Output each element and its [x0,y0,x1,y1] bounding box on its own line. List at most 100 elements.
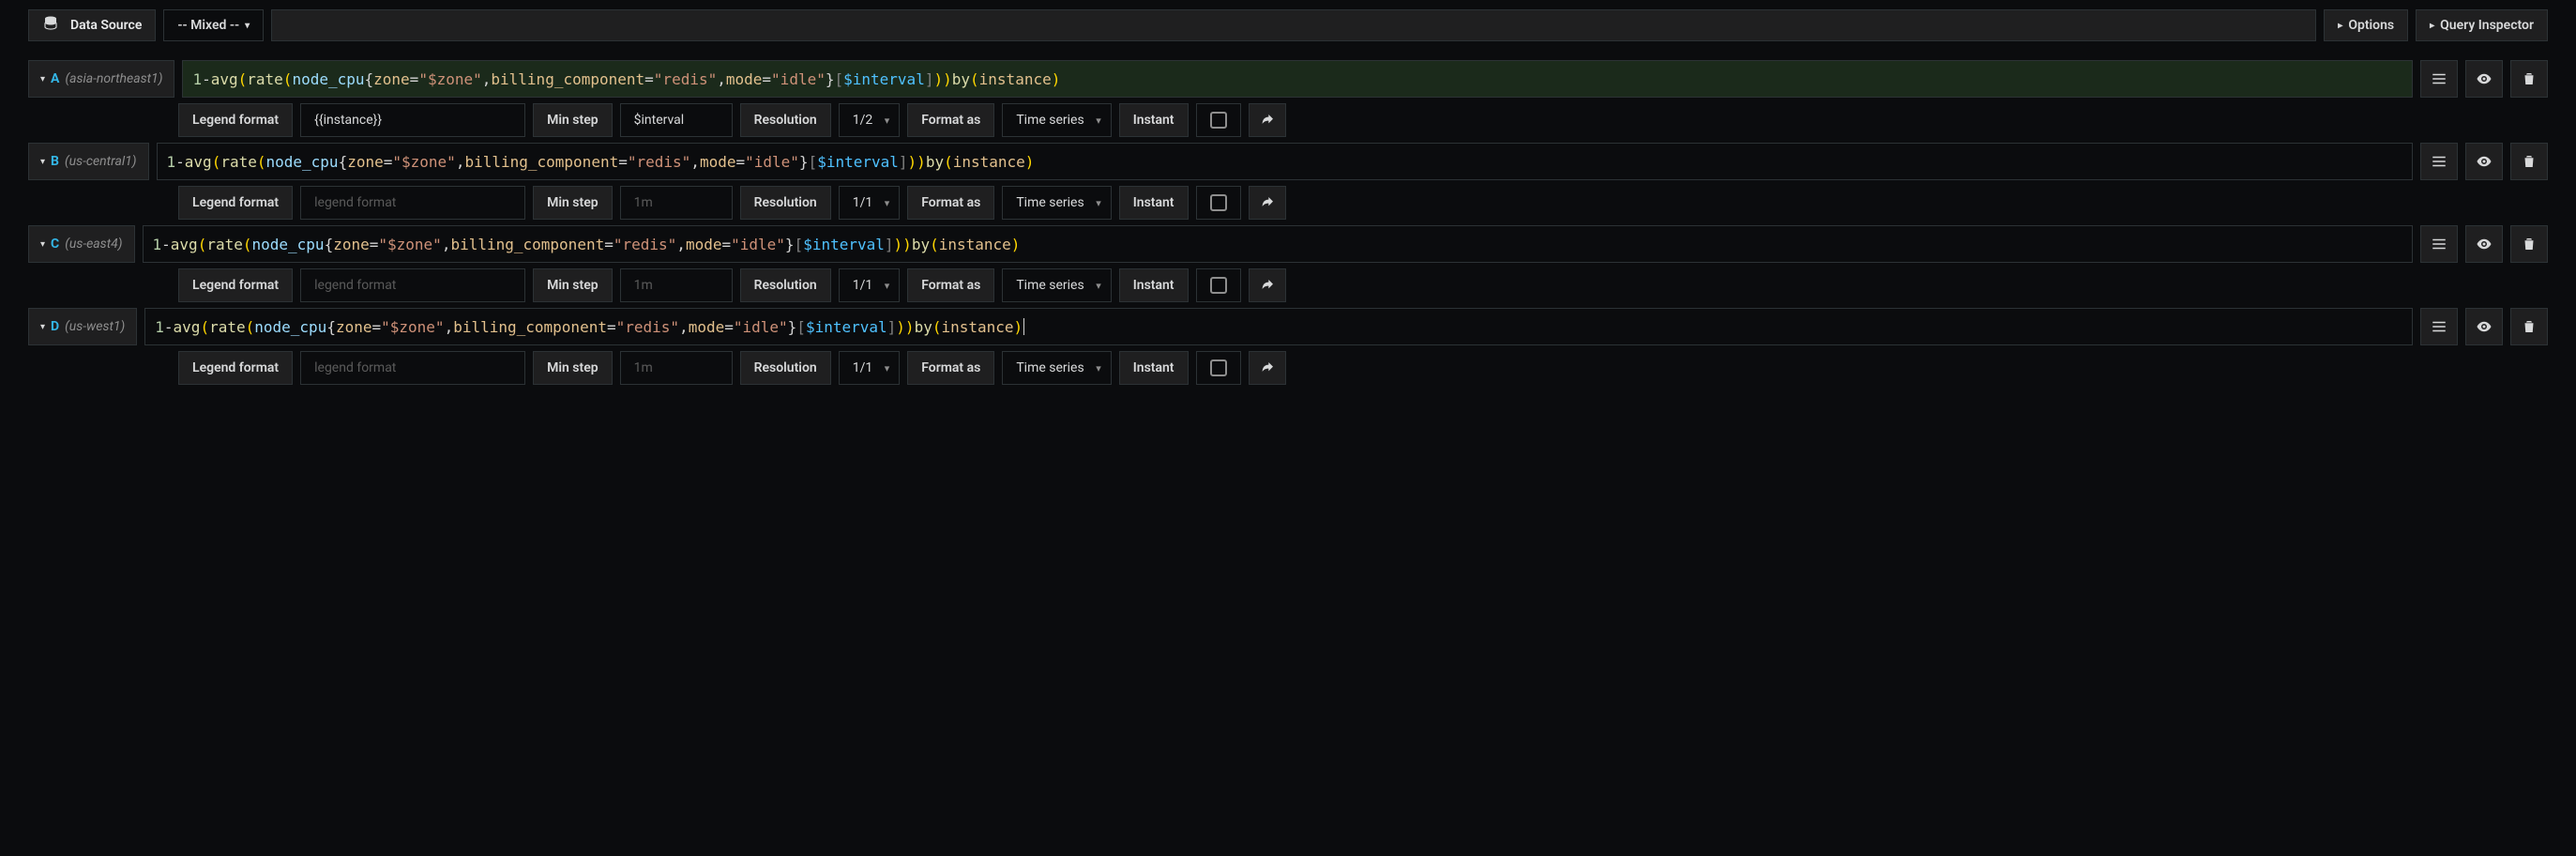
data-source-select[interactable]: -- Mixed -- ▾ [163,9,264,41]
query-row: ▾ D (us-west1) 1 - avg(rate(node_cpu{zon… [28,308,2548,385]
min-step-input[interactable]: $interval [620,103,733,137]
legend-format-placeholder: legend format [314,195,396,210]
resolution-select[interactable]: 1/1 [839,351,901,385]
info-icon[interactable] [492,277,511,294]
delete-query-button[interactable] [2510,143,2548,180]
share-query-button[interactable] [1249,103,1286,137]
resolution-label: Resolution [740,103,831,137]
query-letter: A [51,71,59,86]
toggle-visibility-button[interactable] [2465,225,2503,263]
min-step-label: Min step [533,186,613,220]
query-letter: C [51,237,59,252]
instant-checkbox[interactable] [1196,351,1241,385]
format-as-value: Time series [1016,278,1083,293]
chevron-down-icon: ▾ [40,74,45,84]
min-step-input[interactable]: 1m [620,186,733,220]
delete-query-button[interactable] [2510,225,2548,263]
data-source-select-value: -- Mixed -- [177,18,239,33]
resolution-select[interactable]: 1/1 [839,268,901,302]
legend-format-label: Legend format [178,103,293,137]
query-expression-editor[interactable]: 1 - avg(rate(node_cpu{zone="$zone",billi… [157,143,2414,180]
delete-query-button[interactable] [2510,308,2548,345]
format-as-label: Format as [907,186,994,220]
min-step-value: 1m [634,278,653,293]
legend-format-input[interactable]: {{instance}} [300,103,525,137]
query-zone: (us-west1) [65,319,125,334]
options-button[interactable]: ▸ Options [2324,9,2408,41]
info-icon[interactable] [700,277,719,294]
query-row: ▾ C (us-east4) 1 - avg(rate(node_cpu{zon… [28,225,2548,302]
legend-format-label: Legend format [178,186,293,220]
format-as-select[interactable]: Time series [1002,103,1111,137]
query-inspector-button[interactable]: ▸ Query Inspector [2416,9,2548,41]
drag-handle[interactable] [2420,225,2458,263]
triangle-right-icon: ▸ [2430,21,2434,31]
query-collapse-toggle[interactable]: ▾ A (asia-northeast1) [28,60,174,98]
min-step-value: 1m [634,195,653,210]
format-as-label: Format as [907,103,994,137]
format-as-select[interactable]: Time series [1002,268,1111,302]
format-as-value: Time series [1016,360,1083,375]
info-icon[interactable] [700,359,719,376]
legend-format-input[interactable]: legend format [300,351,525,385]
format-as-select[interactable]: Time series [1002,351,1111,385]
resolution-select[interactable]: 1/1 [839,186,901,220]
chevron-down-icon: ▾ [40,157,45,167]
share-query-button[interactable] [1249,351,1286,385]
share-query-button[interactable] [1249,186,1286,220]
resolution-value: 1/1 [853,278,873,293]
query-zone: (us-east4) [65,237,122,252]
info-icon[interactable] [492,194,511,211]
drag-handle[interactable] [2420,60,2458,98]
query-expression-editor[interactable]: 1 - avg(rate(node_cpu{zone="$zone",billi… [144,308,2413,345]
instant-checkbox[interactable] [1196,186,1241,220]
drag-handle[interactable] [2420,308,2458,345]
resolution-value: 1/2 [853,113,873,128]
toggle-visibility-button[interactable] [2465,308,2503,345]
query-editor-topbar: Data Source -- Mixed -- ▾ ▸ Options ▸ Qu… [0,0,2576,51]
toggle-visibility-button[interactable] [2465,60,2503,98]
info-icon[interactable] [700,194,719,211]
query-row: ▾ A (asia-northeast1) 1 - avg(rate(node_… [28,60,2548,137]
toggle-visibility-button[interactable] [2465,143,2503,180]
instant-checkbox[interactable] [1196,268,1241,302]
legend-format-input[interactable]: legend format [300,268,525,302]
instant-checkbox[interactable] [1196,103,1241,137]
format-as-label: Format as [907,268,994,302]
min-step-label: Min step [533,103,613,137]
drag-handle[interactable] [2420,143,2458,180]
query-inspector-button-label: Query Inspector [2440,18,2534,33]
min-step-label: Min step [533,351,613,385]
queries-list: ▾ A (asia-northeast1) 1 - avg(rate(node_… [0,51,2576,400]
legend-format-label: Legend format [178,351,293,385]
info-icon[interactable] [492,359,511,376]
resolution-select[interactable]: 1/2 [839,103,901,137]
chevron-down-icon: ▾ [40,239,45,250]
topbar-spacer [271,9,2316,41]
checkbox-inner [1210,194,1227,211]
data-source-box: Data Source [28,9,156,41]
min-step-input[interactable]: 1m [620,351,733,385]
checkbox-inner [1210,112,1227,129]
query-collapse-toggle[interactable]: ▾ B (us-central1) [28,143,149,180]
info-icon[interactable] [700,112,719,129]
instant-label: Instant [1119,186,1189,220]
query-row: ▾ B (us-central1) 1 - avg(rate(node_cpu{… [28,143,2548,220]
share-query-button[interactable] [1249,268,1286,302]
resolution-value: 1/1 [853,195,873,210]
format-as-select[interactable]: Time series [1002,186,1111,220]
legend-format-input[interactable]: legend format [300,186,525,220]
query-expression-editor[interactable]: 1 - avg(rate(node_cpu{zone="$zone",billi… [182,60,2413,98]
info-icon[interactable] [492,112,511,129]
delete-query-button[interactable] [2510,60,2548,98]
database-icon [42,15,59,36]
min-step-input[interactable]: 1m [620,268,733,302]
chevron-down-icon: ▾ [245,21,250,31]
resolution-label: Resolution [740,186,831,220]
query-collapse-toggle[interactable]: ▾ D (us-west1) [28,308,137,345]
instant-label: Instant [1119,351,1189,385]
query-collapse-toggle[interactable]: ▾ C (us-east4) [28,225,135,263]
triangle-right-icon: ▸ [2338,21,2342,31]
query-expression-editor[interactable]: 1 - avg(rate(node_cpu{zone="$zone",billi… [143,225,2414,263]
resolution-label: Resolution [740,351,831,385]
